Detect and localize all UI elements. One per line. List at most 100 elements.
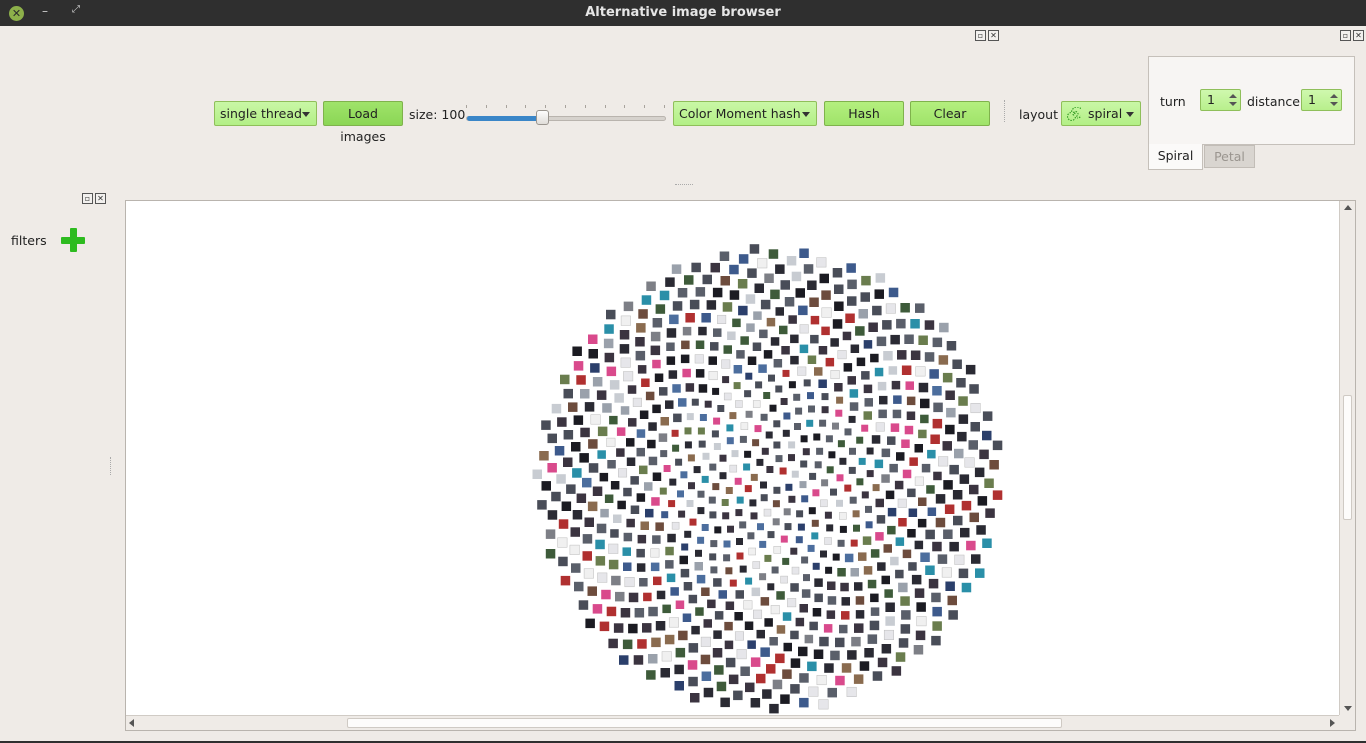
image-thumbnail[interactable] xyxy=(747,356,757,366)
image-thumbnail[interactable] xyxy=(729,464,738,473)
image-thumbnail[interactable] xyxy=(563,430,574,440)
image-thumbnail[interactable] xyxy=(663,465,671,472)
image-thumbnail[interactable] xyxy=(954,554,965,565)
image-thumbnail[interactable] xyxy=(811,532,819,540)
image-thumbnail[interactable] xyxy=(746,323,755,332)
image-thumbnail[interactable] xyxy=(761,447,769,455)
image-thumbnail[interactable] xyxy=(837,440,845,448)
image-thumbnail[interactable] xyxy=(547,463,557,473)
load-images-button[interactable]: Load images xyxy=(323,101,403,144)
image-thumbnail[interactable] xyxy=(682,368,691,378)
image-thumbnail[interactable] xyxy=(626,457,636,467)
layout-select[interactable]: spiral xyxy=(1061,101,1141,126)
image-thumbnail[interactable] xyxy=(675,647,686,658)
image-thumbnail[interactable] xyxy=(849,402,859,411)
image-thumbnail[interactable] xyxy=(606,366,617,377)
image-thumbnail[interactable] xyxy=(680,354,690,364)
image-thumbnail[interactable] xyxy=(836,499,843,507)
image-thumbnail[interactable] xyxy=(610,529,619,538)
image-thumbnail[interactable] xyxy=(826,610,836,619)
image-thumbnail[interactable] xyxy=(679,555,689,565)
image-thumbnail[interactable] xyxy=(931,635,941,646)
image-thumbnail[interactable] xyxy=(823,624,833,633)
image-thumbnail[interactable] xyxy=(798,646,808,657)
image-thumbnail[interactable] xyxy=(895,569,904,579)
image-thumbnail[interactable] xyxy=(861,424,869,432)
image-thumbnail[interactable] xyxy=(648,422,657,431)
image-thumbnail[interactable] xyxy=(561,501,572,512)
image-thumbnail[interactable] xyxy=(801,589,811,598)
image-thumbnail[interactable] xyxy=(780,398,788,405)
image-thumbnail[interactable] xyxy=(824,663,834,673)
image-thumbnail[interactable] xyxy=(670,587,679,596)
image-thumbnail[interactable] xyxy=(908,562,917,571)
image-thumbnail[interactable] xyxy=(878,409,887,419)
image-thumbnail[interactable] xyxy=(883,544,893,553)
image-thumbnail[interactable] xyxy=(719,251,730,262)
image-thumbnail[interactable] xyxy=(772,500,780,508)
image-thumbnail[interactable] xyxy=(933,471,942,481)
image-thumbnail[interactable] xyxy=(551,491,561,502)
image-thumbnail[interactable] xyxy=(745,294,756,304)
image-thumbnail[interactable] xyxy=(684,275,694,285)
image-thumbnail[interactable] xyxy=(870,607,880,616)
image-thumbnail[interactable] xyxy=(846,686,857,697)
image-thumbnail[interactable] xyxy=(804,634,814,644)
image-thumbnail[interactable] xyxy=(799,481,807,489)
image-thumbnail[interactable] xyxy=(781,346,790,355)
image-thumbnail[interactable] xyxy=(712,287,723,298)
image-thumbnail[interactable] xyxy=(969,384,979,394)
image-thumbnail[interactable] xyxy=(749,244,760,254)
image-thumbnail[interactable] xyxy=(596,523,607,534)
image-thumbnail[interactable] xyxy=(694,562,704,571)
image-thumbnail[interactable] xyxy=(739,435,747,443)
image-thumbnail[interactable] xyxy=(751,587,761,597)
image-thumbnail[interactable] xyxy=(956,378,966,388)
image-thumbnail[interactable] xyxy=(889,463,898,473)
image-thumbnail[interactable] xyxy=(712,648,723,658)
image-thumbnail[interactable] xyxy=(784,523,792,531)
image-thumbnail[interactable] xyxy=(606,606,617,617)
image-thumbnail[interactable] xyxy=(668,500,676,508)
image-thumbnail[interactable] xyxy=(826,524,834,532)
image-thumbnail[interactable] xyxy=(855,610,865,619)
image-thumbnail[interactable] xyxy=(773,420,781,428)
image-thumbnail[interactable] xyxy=(614,393,624,403)
image-thumbnail[interactable] xyxy=(597,572,608,583)
image-thumbnail[interactable] xyxy=(767,531,775,539)
image-thumbnail[interactable] xyxy=(824,537,832,545)
image-thumbnail[interactable] xyxy=(541,481,552,491)
image-thumbnail[interactable] xyxy=(863,566,873,575)
image-thumbnail[interactable] xyxy=(680,471,688,479)
image-thumbnail[interactable] xyxy=(952,359,962,370)
scroll-up-icon[interactable] xyxy=(1344,205,1352,210)
image-thumbnail[interactable] xyxy=(770,605,780,615)
image-thumbnail[interactable] xyxy=(655,522,664,531)
image-thumbnail[interactable] xyxy=(858,457,866,465)
image-thumbnail[interactable] xyxy=(596,390,607,400)
image-thumbnail[interactable] xyxy=(615,591,625,602)
image-thumbnail[interactable] xyxy=(636,323,646,333)
image-thumbnail[interactable] xyxy=(592,604,603,614)
image-thumbnail[interactable] xyxy=(941,567,952,578)
image-thumbnail[interactable] xyxy=(604,324,614,334)
image-thumbnail[interactable] xyxy=(830,338,839,347)
image-thumbnail[interactable] xyxy=(790,547,798,555)
image-thumbnail[interactable] xyxy=(935,517,946,528)
image-thumbnail[interactable] xyxy=(604,494,614,504)
image-thumbnail[interactable] xyxy=(652,472,662,482)
image-thumbnail[interactable] xyxy=(666,356,676,365)
image-thumbnail[interactable] xyxy=(819,636,829,647)
image-thumbnail[interactable] xyxy=(671,521,680,530)
image-thumbnail[interactable] xyxy=(759,573,767,581)
image-thumbnail[interactable] xyxy=(945,390,955,401)
image-thumbnail[interactable] xyxy=(637,639,647,649)
image-thumbnail[interactable] xyxy=(766,664,776,674)
image-thumbnail[interactable] xyxy=(696,574,706,584)
image-thumbnail[interactable] xyxy=(914,540,924,550)
image-thumbnail[interactable] xyxy=(620,406,630,415)
image-thumbnail[interactable] xyxy=(965,364,976,375)
image-thumbnail[interactable] xyxy=(685,383,695,392)
image-thumbnail[interactable] xyxy=(928,578,939,589)
image-thumbnail[interactable] xyxy=(844,553,854,563)
